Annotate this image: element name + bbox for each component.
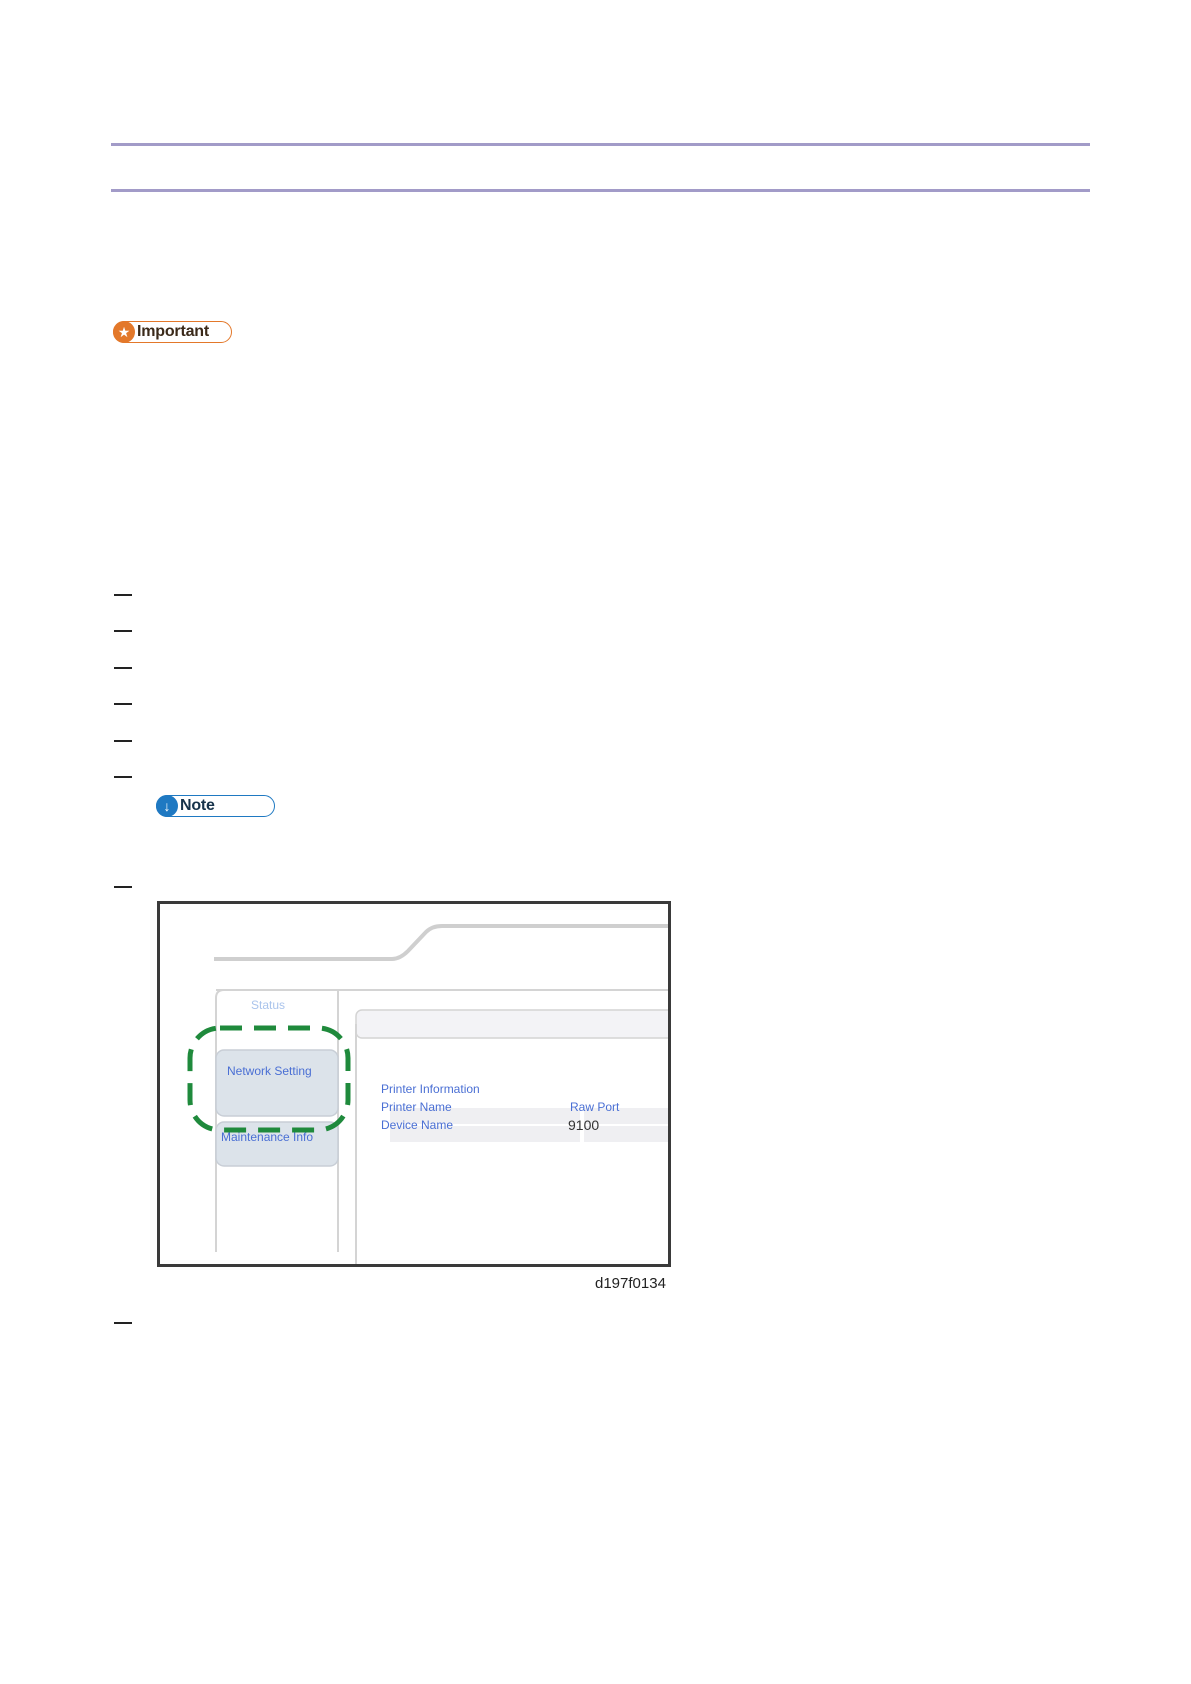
printer-name-label: Printer Name (381, 1100, 452, 1114)
step-marker (114, 1322, 132, 1324)
note-label: Note (180, 797, 215, 814)
network-setting-tab-bg (215, 1049, 339, 1117)
figure-caption: d197f0134 (595, 1275, 666, 1292)
header-rule-top (111, 143, 1090, 146)
content-header-bar (355, 1009, 668, 1039)
web-ui-figure: Status Network Setting Maintenance Info … (157, 901, 671, 1267)
status-tab-label: Status (251, 998, 286, 1012)
printer-name-value: Raw Port (570, 1100, 620, 1114)
window-frame-curve (214, 924, 668, 961)
note-badge: ↓ Note (156, 795, 275, 817)
printer-info-heading: Printer Information (381, 1082, 480, 1096)
step-marker (114, 776, 132, 778)
star-icon: ★ (113, 321, 135, 343)
step-marker (114, 740, 132, 742)
step-marker (114, 703, 132, 705)
device-name-label: Device Name (381, 1118, 454, 1132)
device-name-value: 9100 (568, 1117, 600, 1133)
step-marker (114, 594, 132, 596)
maintenance-info-tab-label: Maintenance Info (221, 1130, 314, 1144)
network-setting-tab-label: Network Setting (227, 1064, 312, 1078)
step-marker (114, 886, 132, 888)
important-label: Important (137, 323, 209, 340)
down-arrow-icon: ↓ (156, 795, 178, 817)
step-marker (114, 630, 132, 632)
header-rule-bottom (111, 189, 1090, 192)
important-badge: ★ Important (113, 321, 232, 343)
step-marker (114, 667, 132, 669)
